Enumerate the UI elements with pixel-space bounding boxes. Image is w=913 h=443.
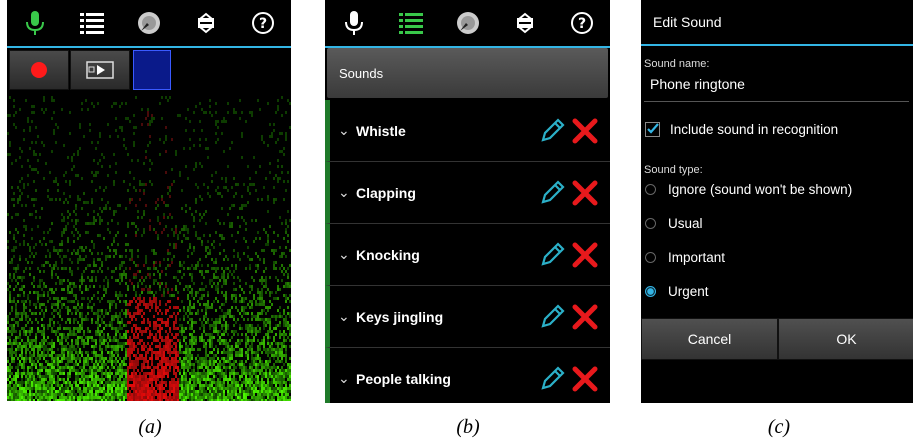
delete-icon[interactable] <box>572 118 598 144</box>
help-icon[interactable]: ? <box>250 10 276 36</box>
caption-b: (b) <box>456 416 480 438</box>
type-option-important[interactable]: Important <box>645 250 725 265</box>
sound-label: Keys jingling <box>356 308 444 325</box>
list-item[interactable]: ⌄ Whistle <box>325 100 610 162</box>
caption-c: (c) <box>767 416 791 438</box>
playback-button[interactable] <box>70 50 130 90</box>
delete-icon[interactable] <box>572 366 598 392</box>
caption-a: (a) <box>138 416 162 438</box>
help-icon[interactable]: ? <box>569 10 595 36</box>
svg-text:?: ? <box>577 16 585 32</box>
top-toolbar: ? <box>325 0 610 48</box>
type-option-label: Urgent <box>668 284 709 299</box>
delete-icon[interactable] <box>572 242 598 268</box>
top-toolbar: ? <box>7 0 291 48</box>
radio-button[interactable] <box>645 218 656 229</box>
check-icon <box>647 123 659 134</box>
color-swatch[interactable] <box>133 50 171 90</box>
list-item[interactable]: ⌄ Clapping <box>325 162 610 224</box>
sound-disc-icon[interactable] <box>455 10 481 36</box>
chevron-down-icon[interactable]: ⌄ <box>338 246 356 263</box>
pencil-icon[interactable] <box>538 179 566 207</box>
sounds-header: Sounds <box>327 48 608 98</box>
settings-icon[interactable] <box>193 10 219 36</box>
playback-icon <box>86 61 114 79</box>
list-item[interactable]: ⌄ Keys jingling <box>325 286 610 348</box>
settings-icon[interactable] <box>512 10 538 36</box>
sound-name-label: Sound name: <box>644 58 710 70</box>
list-item[interactable]: ⌄ Knocking <box>325 224 610 286</box>
sound-label: Knocking <box>356 246 420 263</box>
sound-label: People talking <box>356 370 451 387</box>
pencil-icon[interactable] <box>538 303 566 331</box>
delete-icon[interactable] <box>572 180 598 206</box>
list-icon[interactable] <box>398 10 424 36</box>
include-recognition-row[interactable]: Include sound in recognition <box>645 122 838 137</box>
chevron-down-icon[interactable]: ⌄ <box>338 122 356 139</box>
dialog-button-row: Cancel OK <box>641 318 913 360</box>
pencil-icon[interactable] <box>538 117 566 145</box>
list-icon[interactable] <box>79 10 105 36</box>
type-option-usual[interactable]: Usual <box>645 216 703 231</box>
svg-text:?: ? <box>259 16 267 32</box>
include-checkbox[interactable] <box>645 122 660 137</box>
chevron-down-icon[interactable]: ⌄ <box>338 308 356 325</box>
chevron-down-icon[interactable]: ⌄ <box>338 184 356 201</box>
cancel-button[interactable]: Cancel <box>641 318 778 360</box>
type-option-label: Important <box>668 250 726 265</box>
chevron-down-icon[interactable]: ⌄ <box>338 370 356 387</box>
sound-type-label: Sound type: <box>644 164 703 176</box>
sound-disc-icon[interactable] <box>136 10 162 36</box>
sounds-list-screen: ? Sounds ⌄ Whistle ⌄ Clapping ⌄ Knocking… <box>325 0 610 403</box>
radio-button-selected[interactable] <box>645 286 656 297</box>
sounds-list: ⌄ Whistle ⌄ Clapping ⌄ Knocking ⌄ Keys j… <box>325 100 610 403</box>
type-option-label: Ignore (sound won't be shown) <box>668 182 853 197</box>
sound-label: Whistle <box>356 122 406 139</box>
pencil-icon[interactable] <box>538 241 566 269</box>
sound-label: Clapping <box>356 184 416 201</box>
radio-button[interactable] <box>645 252 656 263</box>
control-row <box>7 48 291 90</box>
ok-button[interactable]: OK <box>778 318 913 360</box>
type-option-label: Usual <box>668 216 703 231</box>
type-option-ignore[interactable]: Ignore (sound won't be shown) <box>645 182 852 197</box>
record-button[interactable] <box>9 50 69 90</box>
include-label: Include sound in recognition <box>670 122 839 137</box>
pencil-icon[interactable] <box>538 365 566 393</box>
spectrogram-screen: ? <box>7 0 291 401</box>
spectrogram-view <box>7 96 291 401</box>
sound-name-field[interactable]: Phone ringtone <box>644 76 909 102</box>
type-option-urgent[interactable]: Urgent <box>645 284 709 299</box>
edit-sound-dialog: Edit Sound Sound name: Phone ringtone In… <box>641 0 913 403</box>
radio-button[interactable] <box>645 184 656 195</box>
record-icon <box>31 62 47 78</box>
list-item[interactable]: ⌄ People talking <box>325 348 610 403</box>
dialog-title: Edit Sound <box>641 0 913 46</box>
microphone-icon[interactable] <box>22 10 48 36</box>
microphone-icon[interactable] <box>341 10 367 36</box>
delete-icon[interactable] <box>572 304 598 330</box>
